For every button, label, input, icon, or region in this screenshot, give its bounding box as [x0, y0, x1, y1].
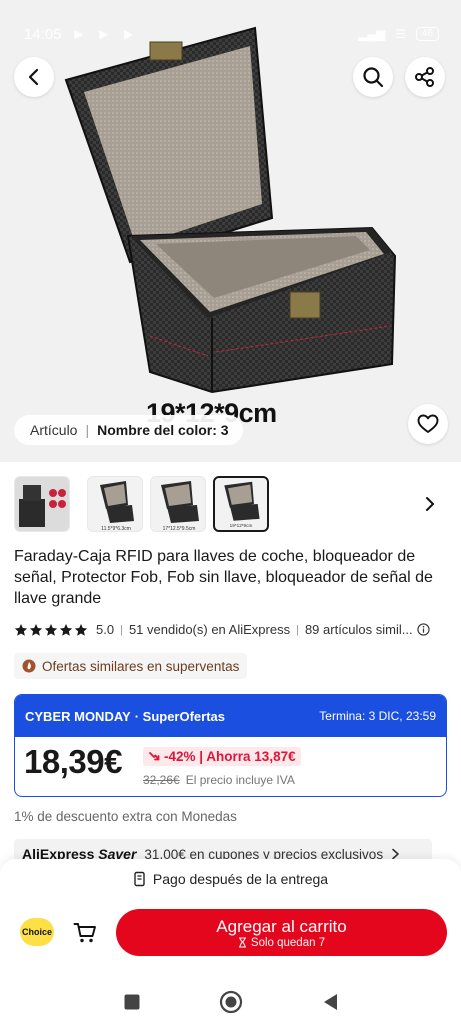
wishlist-button[interactable]	[408, 404, 448, 444]
rating-value: 5.0	[96, 622, 115, 637]
choice-badge[interactable]: Choice	[20, 918, 54, 946]
pay-after-delivery-label: Pago después de la entrega	[152, 871, 329, 887]
promotion-event: CYBER MONDAY	[25, 708, 131, 724]
variant-value: Nombre del color: 3	[97, 422, 229, 438]
product-title: Faraday-Caja RFID para llaves de coche, …	[14, 548, 433, 607]
notification-icon: ►	[121, 25, 137, 43]
thumbnail-image	[15, 477, 69, 531]
coins-discount-text[interactable]: 1% de descuento extra con Monedas	[14, 809, 237, 824]
rating-row[interactable]: 5.0 | 51 vendido(s) en AliExpress | 89 a…	[14, 622, 454, 637]
add-to-cart-label: Agregar al carrito	[216, 916, 347, 936]
star-icon	[59, 623, 73, 636]
thumbnail-caption: 19*12*9cm	[230, 523, 253, 528]
star-icon	[74, 623, 88, 636]
receipt-icon	[134, 871, 145, 887]
tax-note: El precio incluye IVA	[185, 773, 295, 787]
variant-selector[interactable]: Artículo | Nombre del color: 3	[14, 415, 243, 445]
sold-count: 51 vendido(s) en AliExpress	[128, 622, 291, 637]
product-image-gallery[interactable]: 14:05 ► ► ► ▂▄▆ ☰ 46 19*12*9cm Artículo …	[0, 0, 461, 462]
hourglass-icon	[238, 937, 246, 948]
current-price: 18,39€	[24, 743, 122, 780]
promotion-header: CYBER MONDAY · SuperOfertas Termina: 3 D…	[15, 695, 446, 737]
star-icon	[29, 623, 43, 636]
similar-deals-label: Ofertas similares en superventas	[42, 658, 240, 674]
flame-icon	[22, 659, 36, 673]
system-nav-bar	[0, 980, 461, 1024]
battery-icon: 46	[415, 27, 439, 41]
discount-badge: -42% | Ahorra 13,87€	[143, 747, 301, 766]
arrow-left-icon	[28, 68, 39, 86]
add-to-cart-button[interactable]: Agregar al carrito Solo quedan 7	[116, 909, 447, 956]
similar-deals-badge[interactable]: Ofertas similares en superventas	[14, 653, 248, 679]
purchase-bar: Pago después de la entrega Choice Agrega…	[0, 859, 461, 1024]
original-price: 32,26€	[143, 773, 180, 787]
promotion-card[interactable]: CYBER MONDAY · SuperOfertas Termina: 3 D…	[14, 694, 447, 797]
thumbnail-2[interactable]: 11.5*9*6.3cm	[87, 476, 143, 532]
thumbnail-next-button[interactable]	[418, 490, 442, 518]
chevron-right-icon	[426, 497, 434, 511]
share-button[interactable]	[405, 57, 445, 97]
wifi-icon: ☰	[395, 27, 406, 41]
thumbnail-caption: 11.5*9*6.3cm	[101, 526, 131, 532]
notification-icon: ►	[71, 25, 87, 43]
variant-label: Artículo	[30, 422, 78, 438]
star-icon	[14, 623, 28, 636]
share-icon	[415, 67, 434, 87]
thumbnail-3[interactable]: 17*12.5*9.5cm	[150, 476, 206, 532]
signal-icon: ▂▄▆	[358, 27, 386, 41]
search-button[interactable]	[353, 57, 393, 97]
thumbnail-strip: 11.5*9*6.3cm 17*12.5*9.5cm 19*12*9cm	[0, 476, 461, 532]
price-block: 18,39€ -42% | Ahorra 13,87€ 32,26€ El pr…	[15, 737, 446, 796]
thumbnail-image: 19*12*9cm	[224, 481, 260, 528]
notification-icon: ►	[96, 25, 112, 43]
discount-text: -42% | Ahorra 13,87€	[164, 749, 296, 764]
old-price-row: 32,26€ El precio incluye IVA	[143, 773, 295, 787]
thumbnail-image: 17*12.5*9.5cm	[161, 481, 199, 532]
info-icon[interactable]	[416, 623, 430, 636]
back-button[interactable]	[14, 57, 54, 97]
down-arrow-icon	[149, 751, 160, 760]
pay-after-delivery-row[interactable]: Pago después de la entrega	[0, 871, 461, 887]
home-icon[interactable]	[219, 990, 243, 1014]
rating-stars	[14, 623, 88, 637]
thumbnail-1[interactable]	[14, 476, 70, 532]
stock-note: Solo quedan 7	[238, 937, 325, 949]
star-icon	[44, 623, 58, 636]
heart-icon	[417, 414, 439, 433]
recent-apps-icon[interactable]	[123, 993, 141, 1011]
divider: |	[85, 422, 90, 438]
status-bar: 14:05 ► ► ► ▂▄▆ ☰ 46	[0, 0, 461, 50]
similar-items-count: 89 artículos simil...	[304, 622, 413, 637]
stock-note-text: Solo quedan 7	[250, 936, 326, 949]
thumbnail-4-selected[interactable]: 19*12*9cm	[213, 476, 269, 532]
cart-icon	[73, 923, 96, 943]
divider: |	[120, 623, 123, 636]
thumbnail-caption: 17*12.5*9.5cm	[163, 526, 196, 532]
promotion-event-suffix: · SuperOfertas	[134, 708, 226, 724]
divider: |	[296, 623, 299, 636]
search-icon	[363, 67, 384, 88]
promotion-ends: Termina: 3 DIC, 23:59	[319, 709, 436, 723]
cart-button[interactable]	[70, 918, 100, 948]
status-time: 14:05	[24, 25, 62, 43]
thumbnail-image: 11.5*9*6.3cm	[100, 481, 134, 532]
product-image	[64, 26, 397, 394]
back-nav-icon[interactable]	[321, 992, 339, 1012]
